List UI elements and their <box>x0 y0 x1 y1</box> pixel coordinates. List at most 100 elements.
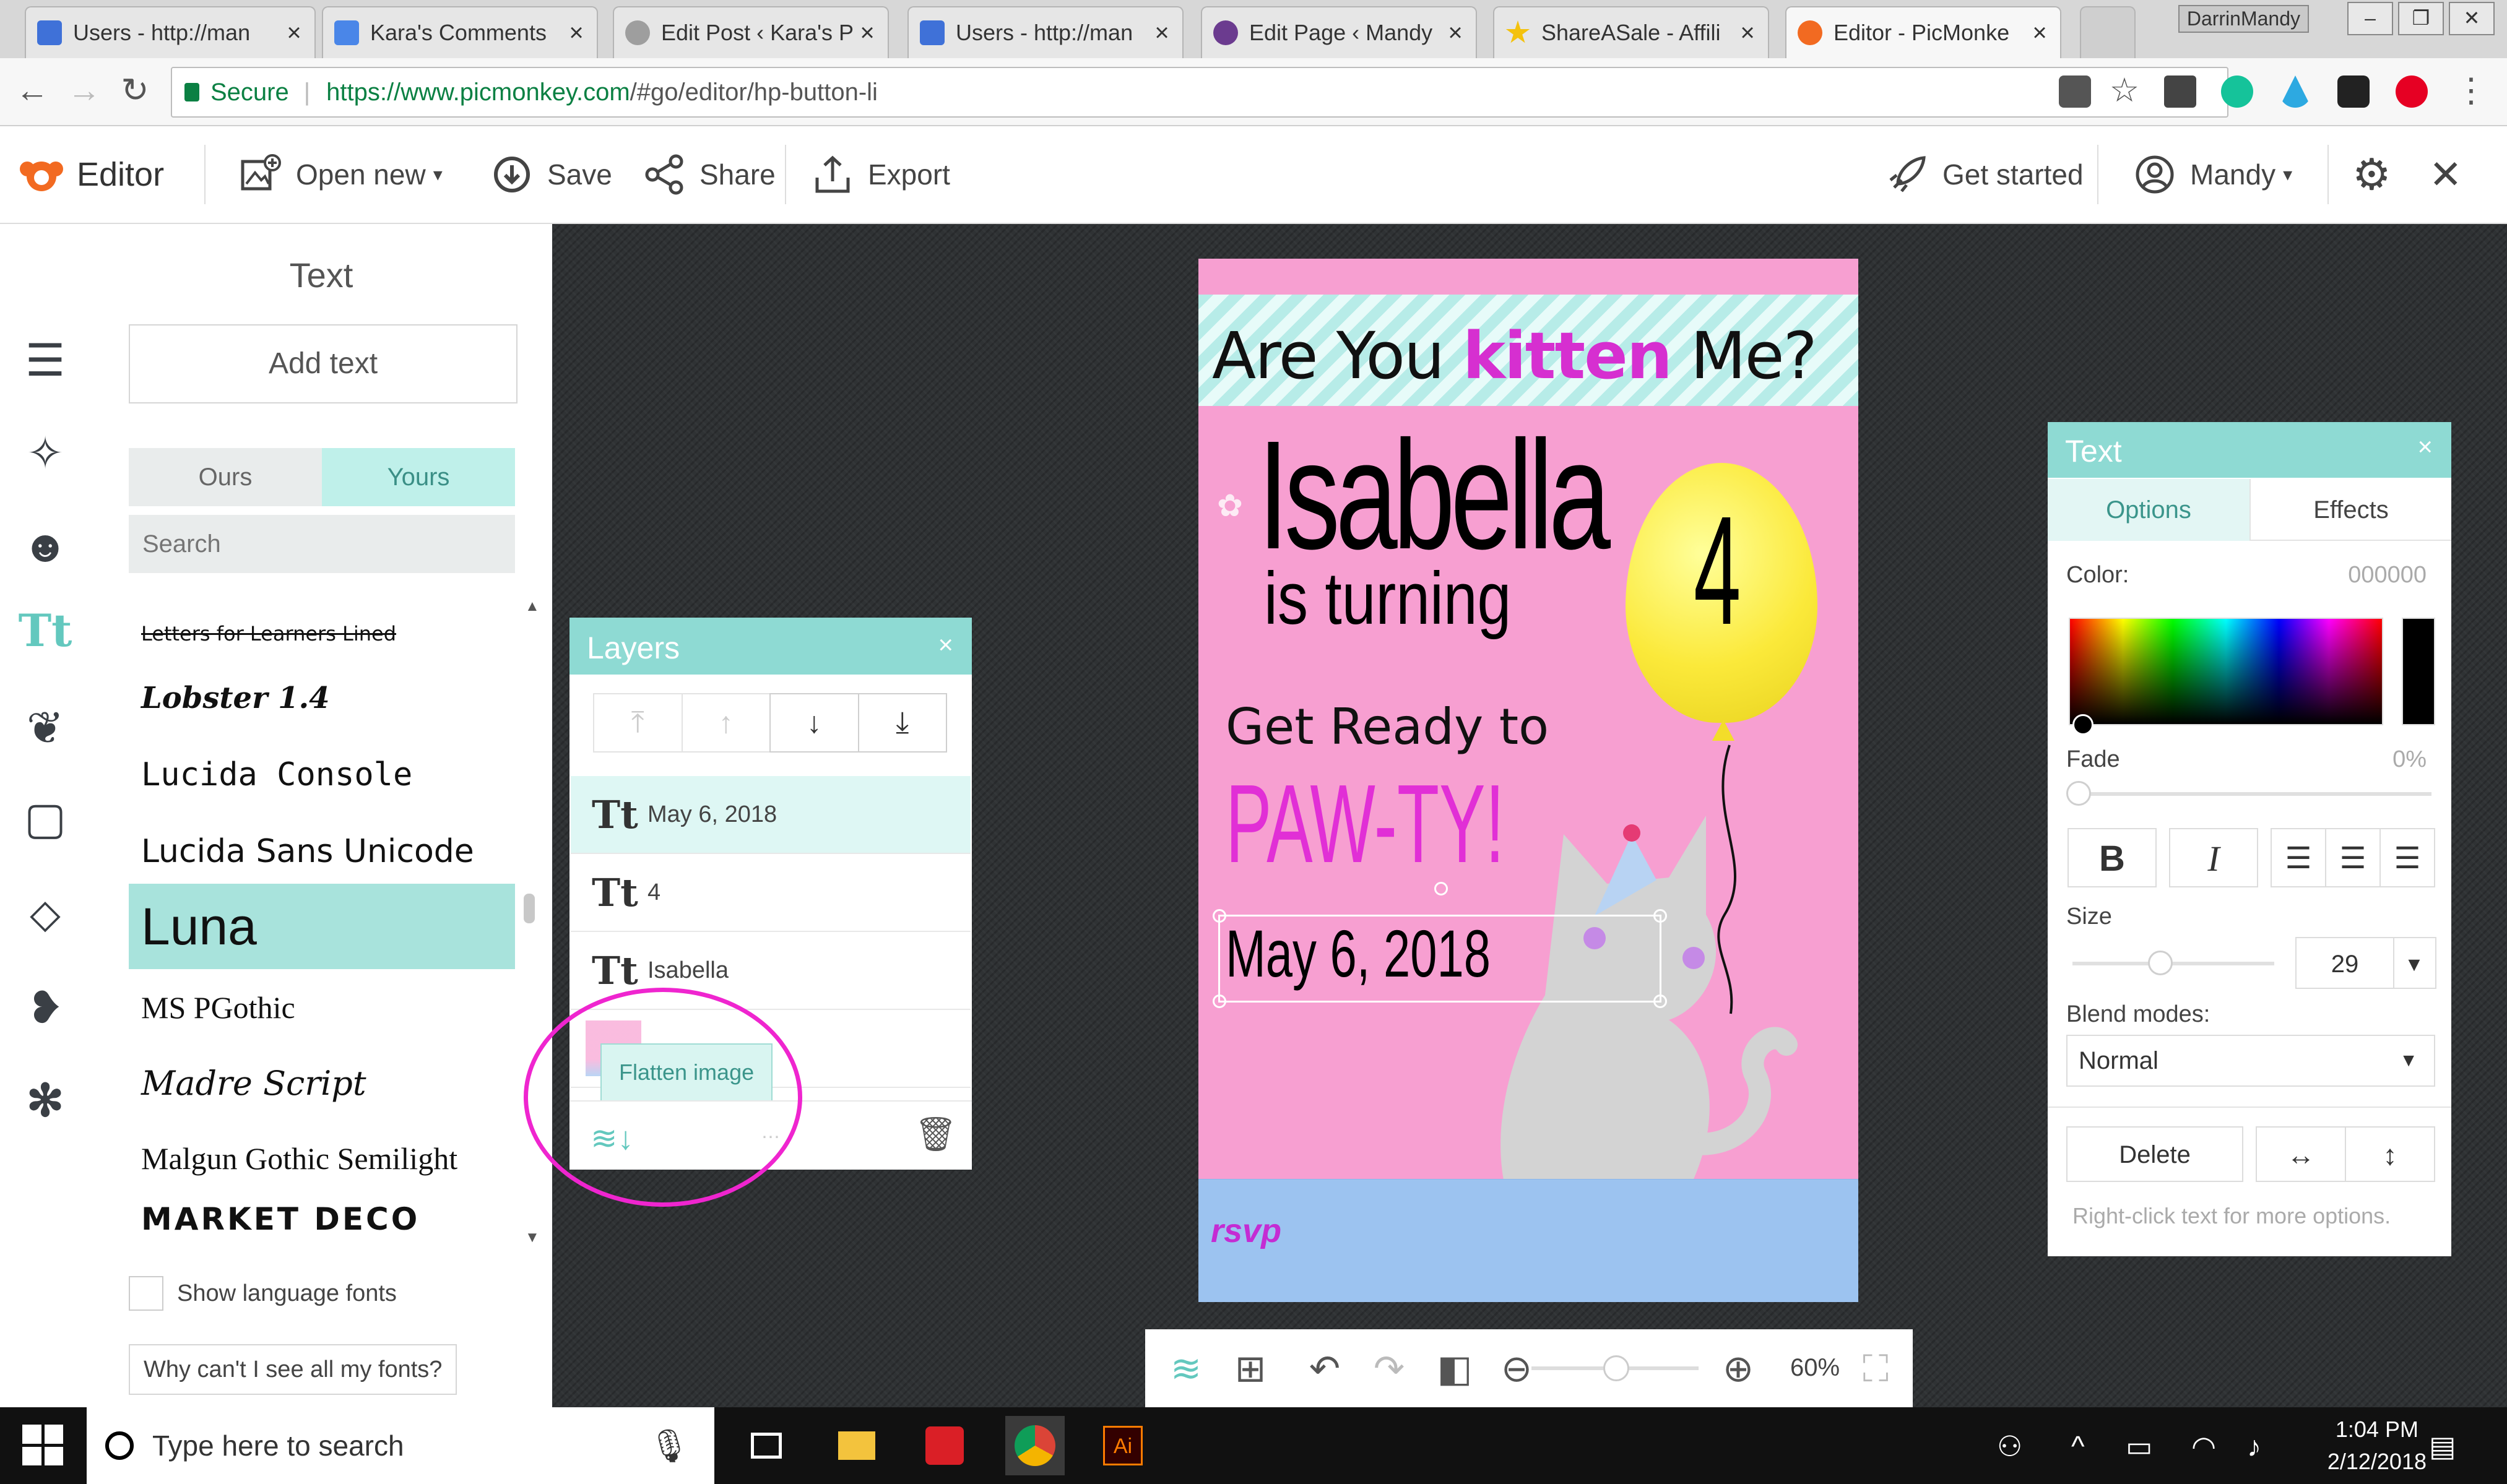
delete-button[interactable]: Delete <box>2066 1126 2243 1182</box>
extension-icon[interactable] <box>2337 75 2370 108</box>
align-left-icon[interactable]: ☰ <box>2271 828 2326 887</box>
age-text[interactable]: 4 <box>1694 481 1741 659</box>
battery-icon[interactable]: ▭ <box>2126 1430 2152 1463</box>
layer-row[interactable]: Tt 4 <box>571 854 971 932</box>
show-language-fonts[interactable]: Show language fonts <box>129 1276 397 1311</box>
browser-tab[interactable]: Edit Page ‹ Mandy × <box>1201 6 1477 58</box>
close-icon[interactable]: × <box>1738 19 1757 47</box>
people-icon[interactable]: ⚇ <box>1997 1430 2022 1463</box>
font-search-input[interactable] <box>129 515 515 573</box>
bring-to-front-icon[interactable]: ⤒ <box>593 693 683 753</box>
file-explorer-icon[interactable] <box>827 1416 886 1475</box>
checkbox[interactable] <box>129 1276 163 1311</box>
butterfly-overlay-icon[interactable]: ❦ <box>17 701 73 756</box>
taskbar-clock[interactable]: 1:04 PM 2/12/2018 <box>2327 1413 2427 1478</box>
graphics-icon[interactable]: ✻ <box>17 1073 73 1129</box>
compare-icon[interactable]: ◧ <box>1430 1344 1479 1394</box>
touch-up-face-icon[interactable]: ☻ <box>17 519 73 574</box>
scroll-down-icon[interactable]: ▼ <box>525 1229 540 1246</box>
chevron-up-icon[interactable]: ^ <box>2071 1430 2085 1463</box>
font-item[interactable]: Malgun Gothic Semilight <box>129 1120 515 1197</box>
bookmark-star-icon[interactable]: ☆ <box>2106 72 2143 109</box>
font-item-selected[interactable]: Luna <box>129 884 515 969</box>
get-started-button[interactable]: Get started <box>1884 126 2084 223</box>
close-icon[interactable]: × <box>285 19 303 47</box>
close-icon[interactable]: × <box>2417 432 2433 462</box>
close-icon[interactable]: × <box>2030 19 2049 47</box>
menu-icon[interactable]: ⋮ <box>2453 72 2490 109</box>
zoom-in-icon[interactable]: ⊕ <box>1713 1344 1763 1394</box>
pawty-text[interactable]: PAW-TY! <box>1226 760 1505 888</box>
send-to-back-icon[interactable]: ⤓ <box>857 693 947 753</box>
text-options-header[interactable]: Text × <box>2048 422 2451 478</box>
grammarly-icon[interactable] <box>2221 75 2253 108</box>
extension-icon[interactable] <box>2164 75 2196 108</box>
scrollbar-thumb[interactable] <box>524 894 535 923</box>
themes-heart-icon[interactable]: ❥ <box>17 980 73 1036</box>
zoom-slider-knob[interactable] <box>1603 1355 1629 1381</box>
chevron-down-icon[interactable]: ▼ <box>2393 937 2436 989</box>
extension-icon[interactable] <box>2279 75 2311 108</box>
font-item[interactable]: Lucida Sans Unicode <box>129 813 515 890</box>
pinterest-icon[interactable] <box>2396 75 2428 108</box>
font-item[interactable]: MS PGothic <box>129 969 515 1046</box>
resize-handle[interactable] <box>1653 909 1667 923</box>
task-view-icon[interactable] <box>737 1416 796 1475</box>
undo-icon[interactable]: ↶ <box>1300 1344 1349 1394</box>
layers-header[interactable]: Layers × <box>569 618 972 675</box>
open-new-button[interactable]: Open new ▾ <box>238 126 443 223</box>
rotate-handle[interactable] <box>1434 882 1448 895</box>
fullscreen-icon[interactable]: ⛶ <box>1851 1344 1900 1394</box>
profile-name[interactable]: DarrinMandy <box>2178 5 2309 33</box>
resize-handle[interactable] <box>1213 994 1226 1008</box>
restore-button[interactable]: ❐ <box>2398 2 2444 35</box>
align-right-icon[interactable]: ☰ <box>2379 828 2435 887</box>
taskbar-search[interactable]: Type here to search 🎙 <box>87 1407 714 1484</box>
user-menu[interactable]: Mandy ▾ <box>2132 126 2292 223</box>
layer-row[interactable]: Tt May 6, 2018 <box>571 776 971 854</box>
browser-tab-active[interactable]: Editor - PicMonke × <box>1785 6 2061 58</box>
tab-effects[interactable]: Effects <box>2249 479 2451 541</box>
text-tool-icon[interactable]: Tt <box>17 603 73 658</box>
lightness-swatch[interactable] <box>2402 618 2435 725</box>
fade-slider-knob[interactable] <box>2066 781 2091 806</box>
send-backward-icon[interactable]: ↓ <box>769 693 859 753</box>
illustrator-icon[interactable]: Ai <box>1093 1416 1153 1475</box>
browser-tab[interactable]: ShareASale - Affili × <box>1493 6 1769 58</box>
close-icon[interactable]: × <box>1446 19 1465 47</box>
color-picker-dot[interactable] <box>2072 714 2093 735</box>
magic-wand-icon[interactable]: ✧ <box>17 426 73 481</box>
get-ready-text[interactable]: Get Ready to <box>1226 698 1549 756</box>
redo-icon[interactable]: ↷ <box>1364 1344 1414 1394</box>
action-center-icon[interactable]: ▤ <box>2429 1430 2456 1463</box>
font-item[interactable]: MARKET DECO <box>129 1194 515 1244</box>
tab-options[interactable]: Options <box>2048 479 2249 541</box>
back-arrow-icon[interactable]: ← <box>14 72 51 109</box>
blend-mode-select[interactable]: Normal ▼ <box>2066 1035 2435 1087</box>
close-icon[interactable]: × <box>938 630 953 660</box>
close-icon[interactable]: ✕ <box>2429 126 2462 223</box>
gear-icon[interactable]: ⚙ <box>2352 126 2391 223</box>
italic-button[interactable]: I <box>2169 828 2258 887</box>
chrome-icon[interactable] <box>1005 1416 1065 1475</box>
frame-icon[interactable]: ▢ <box>17 791 73 847</box>
invitation-image[interactable]: Are You kitten Me? ✿ Isabella is turning… <box>1198 259 1858 1302</box>
tab-ours[interactable]: Ours <box>129 448 322 506</box>
microphone-icon[interactable]: 🎙 <box>649 1427 690 1465</box>
close-icon[interactable]: × <box>1153 19 1171 47</box>
trash-icon[interactable]: 🗑 <box>914 1115 957 1154</box>
collage-add-icon[interactable]: ⊞ <box>1226 1344 1275 1394</box>
font-item[interactable]: Lucida Console <box>129 736 515 813</box>
font-item[interactable]: Madre Script <box>129 1045 515 1121</box>
browser-tab[interactable]: Edit Post ‹ Kara's P × <box>613 6 889 58</box>
resize-handle[interactable] <box>1213 909 1226 923</box>
volume-icon[interactable]: ♪ <box>2247 1430 2261 1463</box>
bold-button[interactable]: B <box>2068 828 2157 887</box>
flip-vertical-icon[interactable]: ↕ <box>2345 1126 2435 1182</box>
new-tab-button[interactable] <box>2080 6 2136 58</box>
browser-tab[interactable]: Kara's Comments × <box>322 6 598 58</box>
texture-icon[interactable]: ⬦ <box>17 886 73 942</box>
share-button[interactable]: Share <box>641 126 776 223</box>
color-hex-value[interactable]: 000000 <box>2348 562 2427 589</box>
forward-arrow-icon[interactable]: → <box>66 72 103 109</box>
